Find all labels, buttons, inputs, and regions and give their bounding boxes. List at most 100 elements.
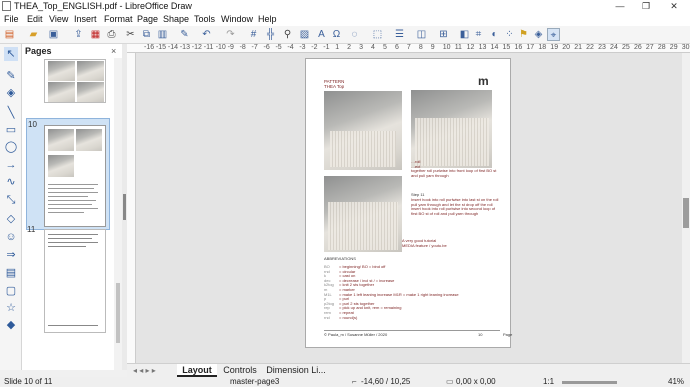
- distribute-icon[interactable]: ⊞: [437, 28, 450, 41]
- footer-page-label: Page: [503, 332, 513, 337]
- helplines-icon[interactable]: ╬: [264, 28, 277, 41]
- zoom-level[interactable]: 41%: [668, 377, 684, 387]
- menu-edit[interactable]: Edit: [27, 14, 43, 24]
- transformations-icon[interactable]: ⬚: [371, 28, 384, 41]
- page-number-10: 10: [28, 120, 37, 129]
- new-icon[interactable]: ▤: [3, 28, 16, 41]
- textbox-icon[interactable]: A: [315, 28, 328, 41]
- symbol-shapes-icon[interactable]: ☺: [4, 230, 18, 244]
- minimize-button[interactable]: —: [608, 0, 632, 13]
- toggle-extrusion-icon[interactable]: ◈: [532, 28, 545, 41]
- status-bar: Slide 10 of 11 master-page3 ⌐ -14,60 / 1…: [0, 377, 690, 387]
- curve-icon[interactable]: ∿: [4, 175, 18, 189]
- pages-scrollbar-thumb[interactable]: [116, 283, 120, 343]
- select-icon[interactable]: ⌖: [547, 28, 560, 41]
- page-thumbnail-11[interactable]: [44, 229, 106, 333]
- grid-icon[interactable]: #: [247, 28, 260, 41]
- page-thumbnail-10-selected[interactable]: 10: [26, 118, 110, 230]
- abbreviation-values: = beginning/ BO = bind off = circular = …: [339, 264, 459, 320]
- crop-icon[interactable]: ⌗: [472, 28, 485, 41]
- ellipse-icon[interactable]: ◯: [4, 140, 18, 154]
- menu-window[interactable]: Window: [221, 14, 253, 24]
- line-icon[interactable]: ╲: [4, 106, 18, 120]
- ruler-tick-label: -2: [311, 44, 318, 51]
- page-mark: m: [478, 74, 489, 88]
- open-icon[interactable]: ▰: [27, 28, 40, 41]
- tab-navigation-icons[interactable]: ◂ ◂ ▸ ▸: [133, 366, 156, 375]
- ruler-tick-label: -13: [179, 44, 190, 51]
- rectangle-icon[interactable]: ▭: [4, 123, 18, 137]
- close-button[interactable]: ✕: [662, 0, 686, 13]
- step-text-a: …roll …ect together roll purlwise into f…: [411, 159, 497, 178]
- block-arrows-icon[interactable]: ⇒: [4, 248, 18, 262]
- special-character-icon[interactable]: Ω: [330, 28, 343, 41]
- tab-layout[interactable]: Layout: [177, 364, 217, 377]
- menu-view[interactable]: View: [49, 14, 68, 24]
- menu-file[interactable]: File: [4, 14, 19, 24]
- ruler-tick-label: -7: [251, 44, 258, 51]
- fontwork-icon[interactable]: ◌: [348, 28, 361, 41]
- maximize-button[interactable]: ❐: [634, 0, 658, 13]
- ruler-tick-label: 19: [550, 44, 559, 51]
- vertical-scrollbar-thumb[interactable]: [683, 198, 689, 228]
- abbreviation-keys: BO rnd k dec k2tog m M1L p p2tog rep rem…: [324, 264, 335, 320]
- redo-icon[interactable]: ↷: [224, 28, 237, 41]
- tab-dimension-lines[interactable]: Dimension Li...: [265, 364, 327, 377]
- copy-icon[interactable]: ⧉: [140, 28, 153, 41]
- footer-rule: [324, 330, 500, 331]
- basic-shapes-icon[interactable]: ◇: [4, 212, 18, 226]
- pages-panel: Pages × 10 11: [22, 44, 122, 370]
- points-icon[interactable]: ⁘: [503, 28, 516, 41]
- arrow-line-icon[interactable]: →: [4, 158, 18, 172]
- glue-points-icon[interactable]: ⚑: [517, 28, 530, 41]
- clone-formatting-icon[interactable]: ✎: [178, 28, 191, 41]
- ruler-tick-label: -14: [167, 44, 179, 51]
- save-icon[interactable]: ▣: [47, 28, 60, 41]
- ruler-tick-label: -10: [215, 44, 226, 51]
- image-icon[interactable]: ▨: [298, 28, 311, 41]
- arrange-icon[interactable]: ◫: [415, 28, 428, 41]
- menu-format[interactable]: Format: [104, 14, 133, 24]
- filter-icon[interactable]: ◐: [488, 28, 501, 41]
- position-icon: ⌐: [352, 377, 357, 386]
- object-size: 0,00 x 0,00: [456, 377, 496, 386]
- fill-color-icon[interactable]: ◈: [4, 86, 18, 100]
- align-icon[interactable]: ☰: [393, 28, 406, 41]
- zoom-icon[interactable]: ⚲: [281, 28, 294, 41]
- export-pdf-icon[interactable]: ▦: [89, 28, 102, 41]
- 3d-objects-icon[interactable]: ◆: [4, 318, 18, 332]
- menu-insert[interactable]: Insert: [74, 14, 97, 24]
- ruler-tick-label: 9: [430, 44, 435, 51]
- ruler-tick-label: -3: [299, 44, 306, 51]
- tab-controls[interactable]: Controls: [219, 364, 261, 377]
- flowchart-icon[interactable]: ▤: [4, 266, 18, 280]
- menu-tools[interactable]: Tools: [194, 14, 215, 24]
- tutorial-link[interactable]: A very good tutorial MEDIA feature / you…: [402, 238, 447, 248]
- callouts-icon[interactable]: ▢: [4, 284, 18, 298]
- select-tool-icon[interactable]: ↖: [4, 47, 18, 61]
- paste-icon[interactable]: ▥: [156, 28, 169, 41]
- menu-page[interactable]: Page: [137, 14, 158, 24]
- page-thumbnail-9[interactable]: [44, 59, 106, 103]
- print-icon[interactable]: ⎙: [105, 28, 118, 41]
- slide-counter: Slide 10 of 11: [4, 377, 53, 386]
- zoom-slider[interactable]: [562, 381, 617, 384]
- document-page[interactable]: PATTERN THEA Top m …roll …ect together r…: [305, 58, 513, 348]
- cursor-position: -14,60 / 10,25: [361, 377, 411, 386]
- menu-shape[interactable]: Shape: [163, 14, 189, 24]
- stars-icon[interactable]: ☆: [4, 301, 18, 315]
- close-icon[interactable]: ×: [111, 46, 116, 56]
- connector-icon[interactable]: ⤡: [4, 193, 18, 207]
- ruler-tick-label: 21: [574, 44, 582, 51]
- undo-icon[interactable]: ↶: [200, 28, 213, 41]
- cut-icon[interactable]: ✂: [124, 28, 137, 41]
- pages-scrollbar[interactable]: [114, 58, 122, 370]
- shadow-icon[interactable]: ◧: [458, 28, 471, 41]
- master-page-name[interactable]: master-page3: [230, 377, 279, 387]
- vertical-scrollbar[interactable]: [682, 53, 690, 363]
- export-icon[interactable]: ⇪: [72, 28, 85, 41]
- menu-help[interactable]: Help: [258, 14, 277, 24]
- ruler-tick-label: 29: [669, 44, 678, 51]
- line-color-icon[interactable]: ✎: [4, 69, 18, 83]
- horizontal-ruler: -16 -15 -14 -13 -12 -11 -10 -9 -8 -7 -6 -5 -4 -3 -2 -1 1…: [127, 44, 690, 53]
